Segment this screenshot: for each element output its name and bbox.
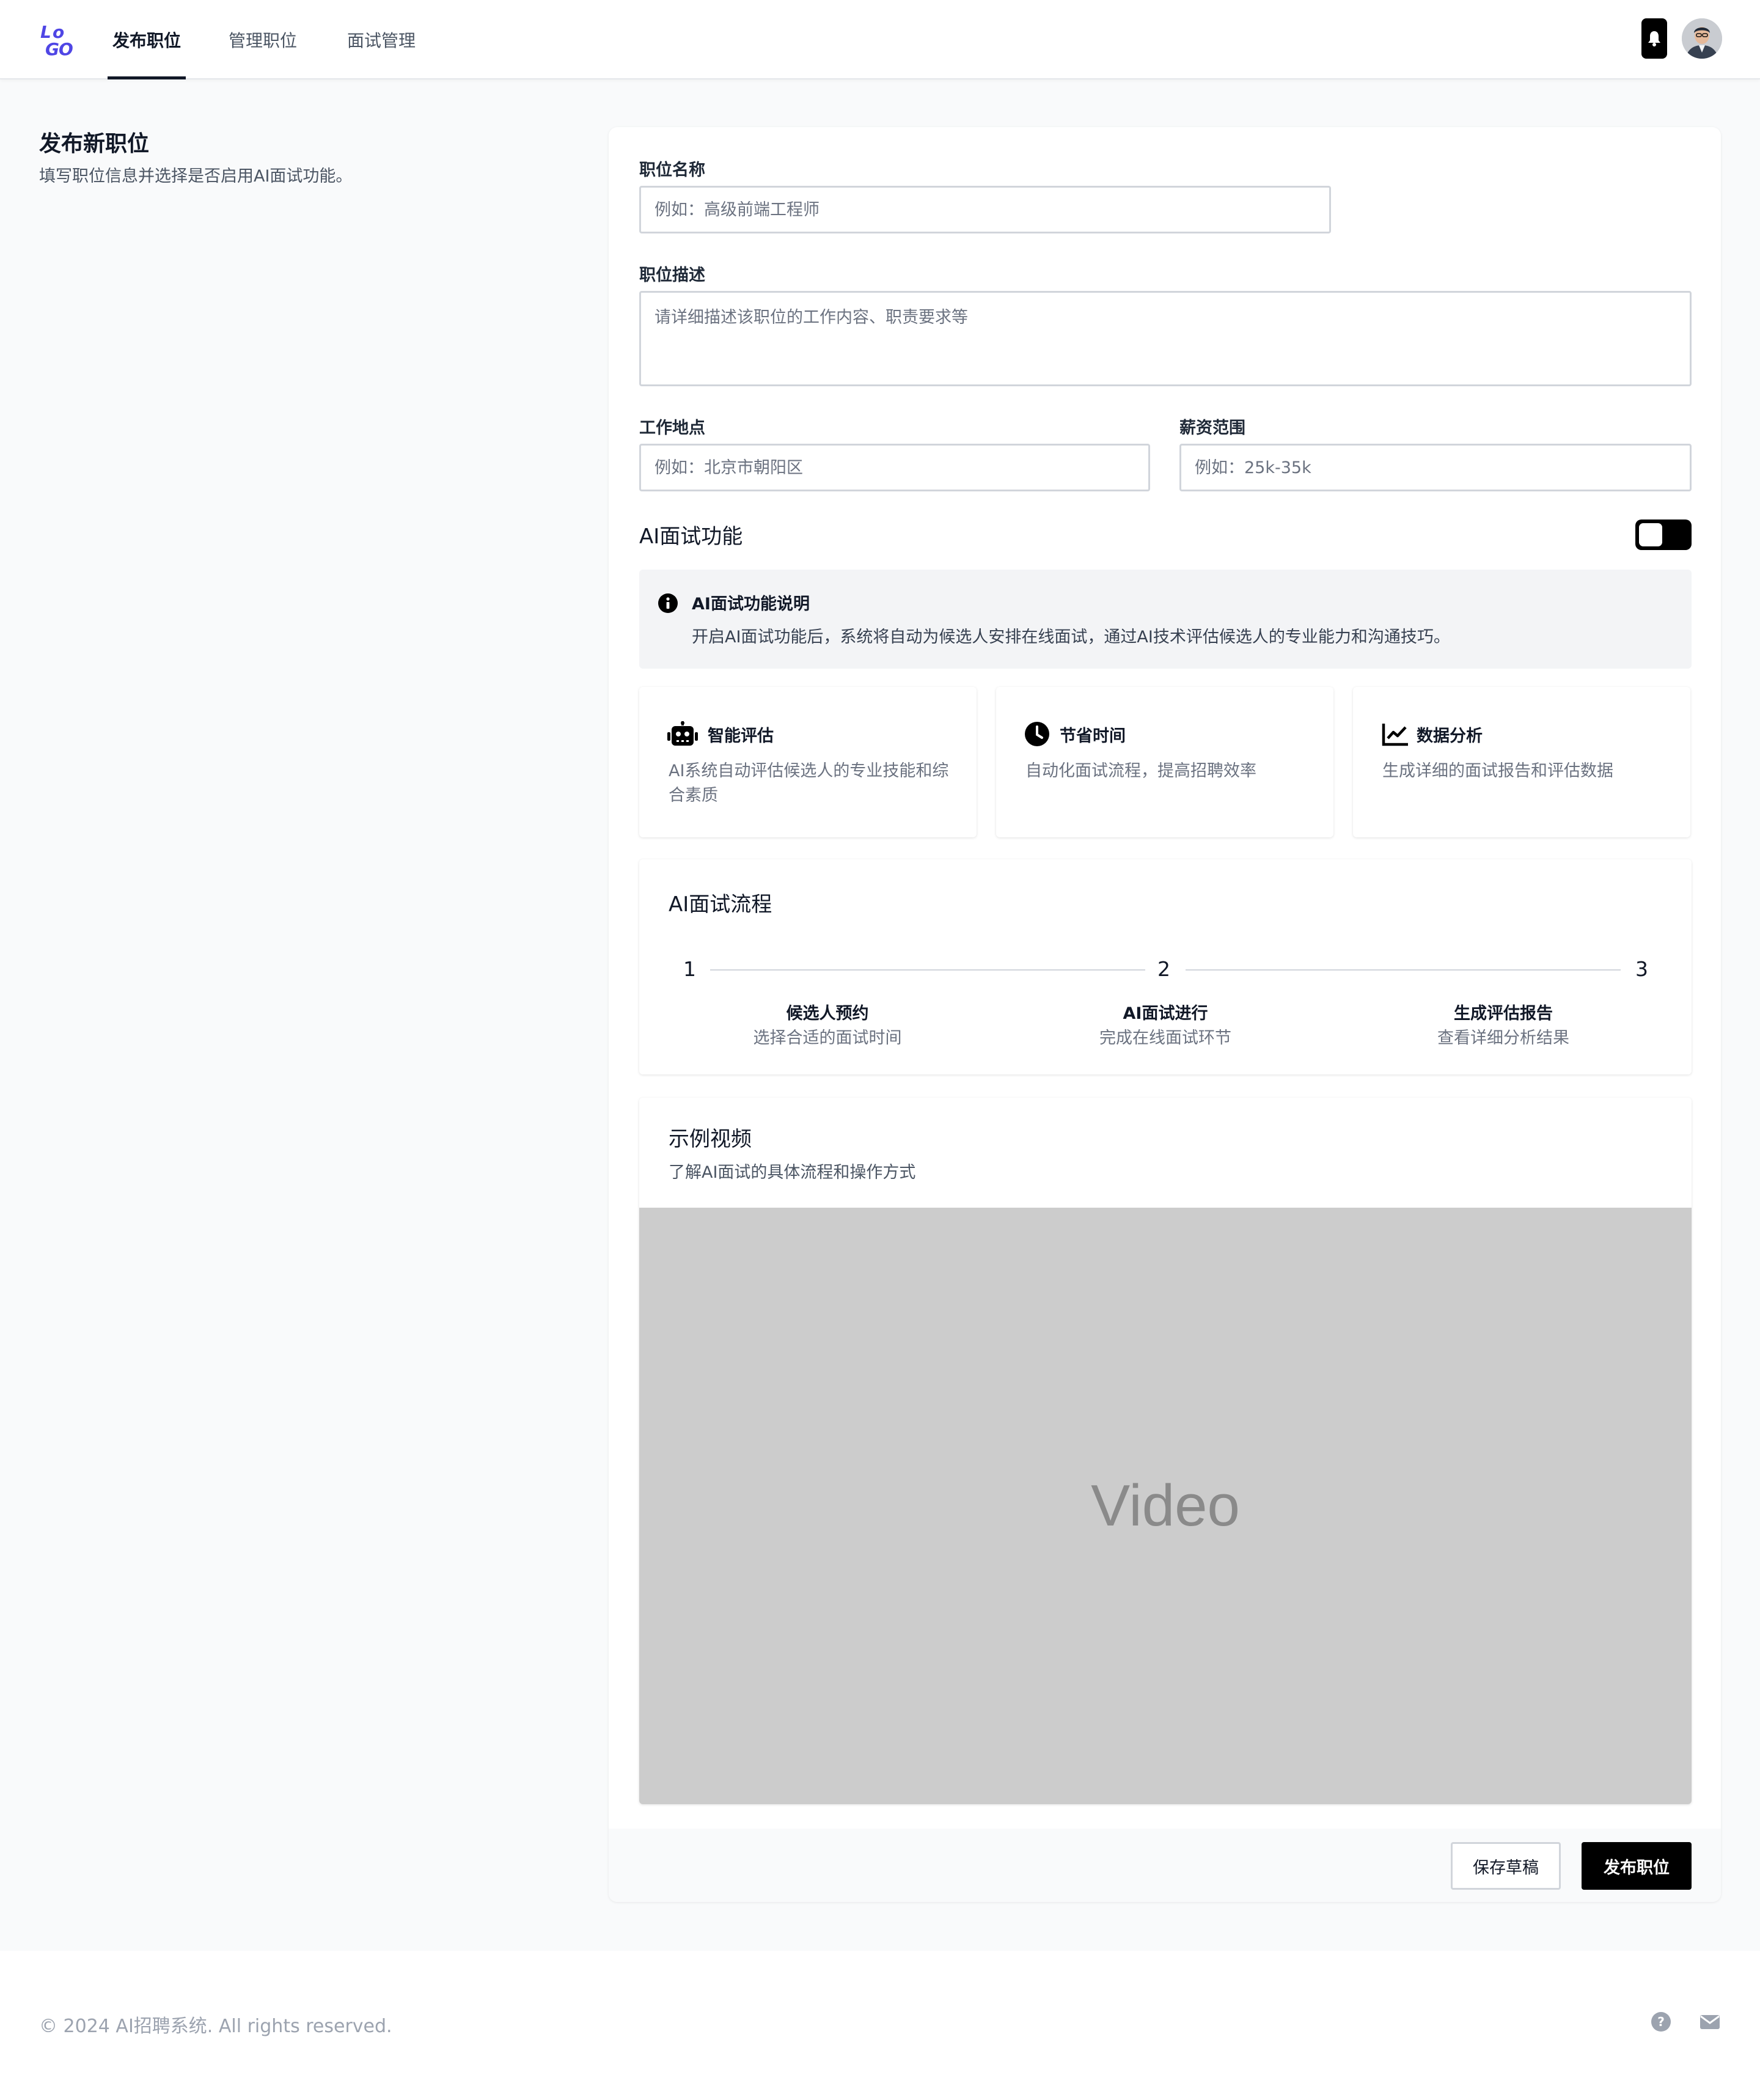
info-text: 开启AI面试功能后，系统将自动为候选人安排在线面试，通过AI技术评估候选人的专业… [692, 628, 1450, 647]
location-input[interactable] [639, 444, 1150, 491]
step-desc: 完成在线面试环节 [1099, 1029, 1231, 1048]
logo[interactable]: L o G O [39, 22, 78, 57]
step-connector [710, 969, 1145, 971]
form-actions-bar: 保存草稿 发布职位 [609, 1829, 1721, 1902]
publish-job-button[interactable]: 发布职位 [1582, 1842, 1692, 1890]
page-title: 发布新职位 [39, 131, 150, 156]
bell-icon [1648, 31, 1660, 46]
notifications-button[interactable] [1641, 18, 1667, 59]
ai-info-box: AI面试功能说明 开启AI面试功能后，系统将自动为候选人安排在线面试，通过AI技… [639, 570, 1692, 669]
step-title: AI面试进行 [1123, 1004, 1208, 1023]
tab-label: 管理职位 [228, 31, 297, 51]
chart-line-icon [1382, 724, 1408, 746]
job-title-input[interactable] [639, 186, 1331, 233]
step-number: 1 [683, 957, 696, 981]
tab-label: 面试管理 [346, 31, 416, 51]
page-footer: © 2024 AI招聘系统. All rights reserved. ? [0, 1951, 1760, 2100]
svg-text:G: G [45, 39, 59, 57]
clock-icon [1025, 722, 1049, 746]
tab-label: 发布职位 [112, 31, 181, 51]
feature-card-save-time: 节省时间 自动化面试流程，提高招聘效率 [996, 687, 1333, 837]
svg-text:?: ? [1657, 2014, 1665, 2029]
feature-card-smart-evaluation: 智能评估 AI系统自动评估候选人的专业技能和综合素质 [639, 687, 977, 837]
step-number: 3 [1635, 957, 1648, 981]
info-circle-icon [658, 593, 678, 613]
top-navbar: L o G O 发布职位 管理职位 面试管理 [0, 0, 1760, 79]
svg-text:O: O [59, 39, 73, 57]
mail-icon[interactable] [1699, 2011, 1721, 2033]
user-avatar-image [1682, 18, 1722, 59]
job-form-card: 职位名称 职位描述 工作地点 薪资范围 AI面试功能 AI面试功能说明 开启AI… [609, 127, 1721, 1902]
feature-title: 节省时间 [1060, 727, 1126, 746]
feature-card-data-analysis: 数据分析 生成详细的面试报告和评估数据 [1353, 687, 1690, 837]
job-description-textarea[interactable] [639, 291, 1692, 386]
feature-desc: 自动化面试流程，提高招聘效率 [1025, 762, 1256, 780]
avatar[interactable] [1682, 18, 1722, 59]
step-title: 候选人预约 [786, 1004, 869, 1023]
job-description-label: 职位描述 [639, 266, 705, 285]
video-player[interactable]: Video [639, 1208, 1692, 1804]
video-subtitle: 了解AI面试的具体流程和操作方式 [669, 1163, 916, 1182]
step-desc: 选择合适的面试时间 [753, 1029, 902, 1048]
salary-label: 薪资范围 [1179, 419, 1245, 438]
video-placeholder-label: Video [1091, 1473, 1240, 1538]
save-draft-button[interactable]: 保存草稿 [1451, 1842, 1561, 1890]
copyright-text: © 2024 AI招聘系统. All rights reserved. [39, 2016, 392, 2037]
location-label: 工作地点 [639, 419, 705, 438]
toggle-knob [1639, 523, 1662, 546]
step-connector [1186, 969, 1621, 971]
salary-input[interactable] [1179, 444, 1692, 491]
ai-interview-toggle[interactable] [1635, 519, 1692, 550]
step-desc: 查看详细分析结果 [1437, 1029, 1569, 1048]
tab-interview-management[interactable]: 面试管理 [343, 0, 419, 79]
ai-interview-heading: AI面试功能 [639, 524, 743, 549]
feature-title: 数据分析 [1417, 727, 1483, 746]
video-heading: 示例视频 [669, 1127, 752, 1151]
interview-process-card: AI面试流程 1 2 3 候选人预约 选择合适的面试时间 AI面试进行 完成在线… [639, 859, 1692, 1074]
tab-manage-jobs[interactable]: 管理职位 [226, 0, 299, 79]
feature-title: 智能评估 [708, 727, 774, 746]
tab-publish-job[interactable]: 发布职位 [108, 0, 186, 79]
help-icon[interactable]: ? [1650, 2011, 1672, 2033]
job-title-label: 职位名称 [639, 161, 705, 180]
robot-icon [667, 721, 698, 746]
feature-desc: 生成详细的面试报告和评估数据 [1382, 762, 1613, 780]
page-subtitle: 填写职位信息并选择是否启用AI面试功能。 [39, 167, 353, 186]
feature-desc: AI系统自动评估候选人的专业技能和综合素质 [669, 762, 949, 805]
example-video-card: 示例视频 了解AI面试的具体流程和操作方式 Video [639, 1098, 1692, 1804]
step-number: 2 [1157, 957, 1170, 981]
info-title: AI面试功能说明 [692, 595, 810, 614]
process-heading: AI面试流程 [669, 892, 772, 917]
step-title: 生成评估报告 [1454, 1004, 1553, 1023]
